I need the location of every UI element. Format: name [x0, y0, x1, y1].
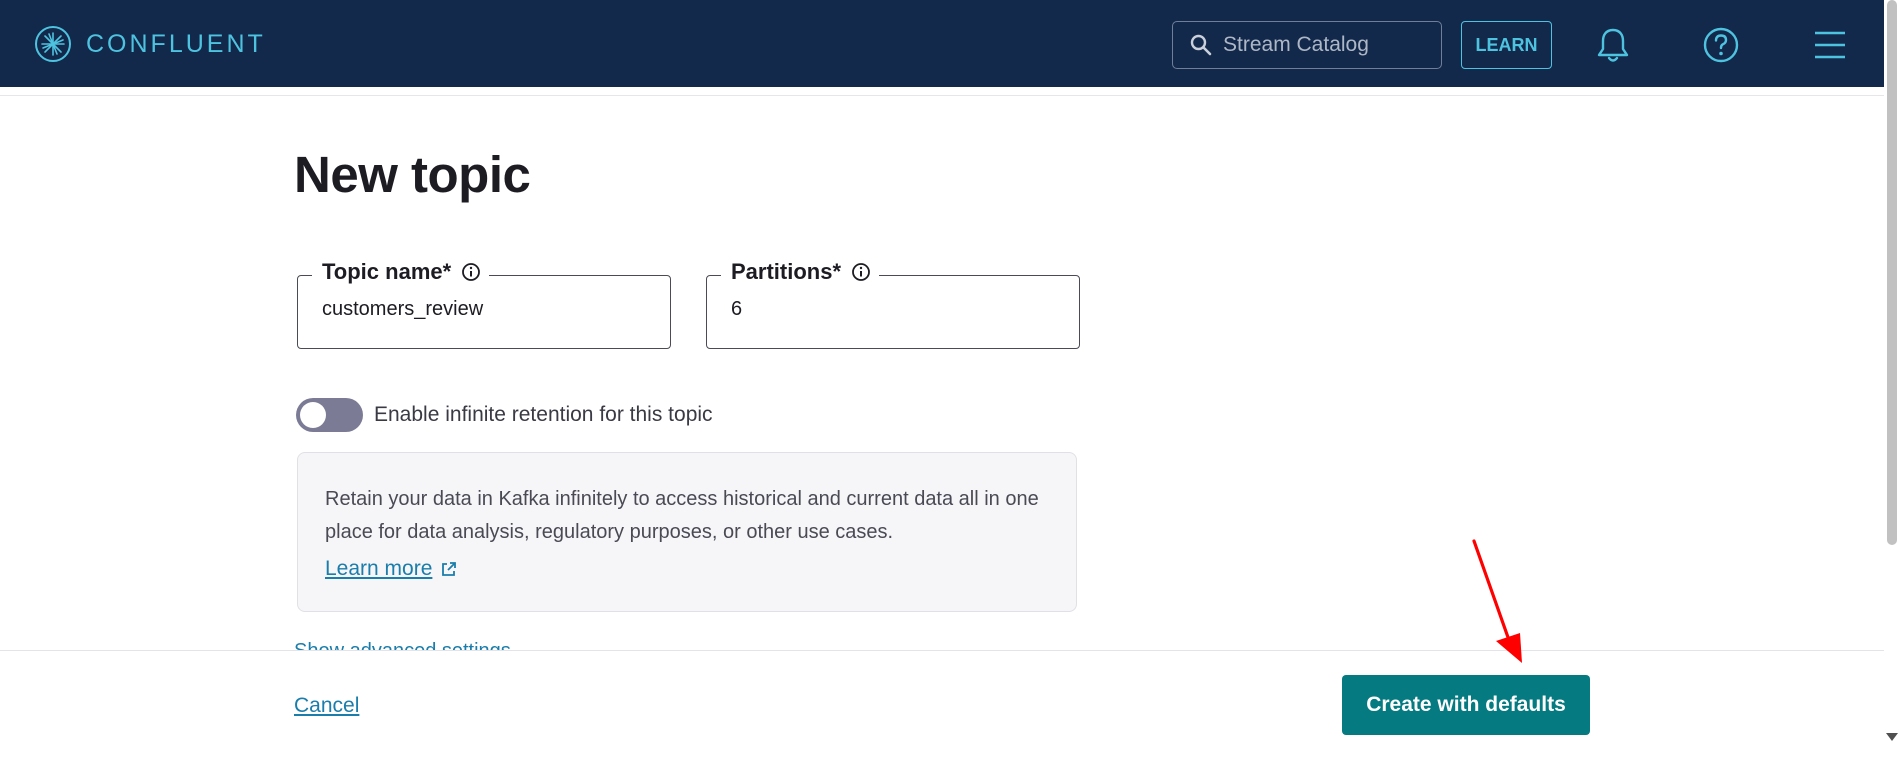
cancel-button[interactable]: Cancel — [294, 694, 359, 718]
help-icon[interactable] — [1701, 25, 1741, 65]
partitions-legend: Partitions* — [721, 259, 880, 285]
topic-name-input[interactable] — [322, 298, 642, 321]
learn-more-link[interactable]: Learn more — [325, 557, 457, 581]
confluent-logo-icon — [35, 26, 71, 62]
page-title: New topic — [294, 146, 531, 203]
app-window: CONFLUENT LEARN New topic — [0, 0, 1899, 757]
stream-catalog-search[interactable] — [1172, 21, 1442, 69]
form-footer: Cancel Create with defaults — [0, 650, 1884, 757]
learn-button[interactable]: LEARN — [1461, 21, 1552, 69]
retention-info-box: Retain your data in Kafka infinitely to … — [297, 452, 1077, 612]
menu-icon[interactable] — [1810, 25, 1850, 65]
external-link-icon — [442, 561, 457, 576]
create-with-defaults-button[interactable]: Create with defaults — [1342, 675, 1590, 735]
info-icon[interactable] — [461, 262, 481, 282]
toggle-knob — [300, 402, 326, 428]
search-input[interactable] — [1223, 33, 1433, 57]
topic-name-label: Topic name* — [322, 259, 452, 284]
header-divider — [0, 95, 1884, 96]
top-nav-bar: CONFLUENT LEARN — [0, 0, 1884, 87]
topic-name-field[interactable]: Topic name* — [297, 259, 671, 349]
search-icon — [1190, 34, 1212, 56]
annotation-arrow-icon — [1472, 539, 1522, 663]
bell-icon[interactable] — [1593, 25, 1633, 65]
scrollbar-thumb[interactable] — [1887, 0, 1897, 545]
scroll-down-arrow-icon[interactable] — [1886, 733, 1898, 741]
brand-logo[interactable]: CONFLUENT — [34, 25, 266, 63]
brand-name: CONFLUENT — [86, 29, 266, 58]
info-icon[interactable] — [851, 262, 871, 282]
partitions-field[interactable]: Partitions* — [706, 259, 1080, 349]
partitions-input[interactable] — [731, 298, 1051, 321]
partitions-label: Partitions* — [731, 259, 842, 284]
topic-name-legend: Topic name* — [312, 259, 490, 285]
infinite-retention-label: Enable infinite retention for this topic — [374, 403, 713, 426]
infinite-retention-toggle[interactable] — [296, 398, 363, 432]
learn-more-label: Learn more — [325, 557, 433, 580]
retention-info-text: Retain your data in Kafka infinitely to … — [325, 488, 1039, 543]
